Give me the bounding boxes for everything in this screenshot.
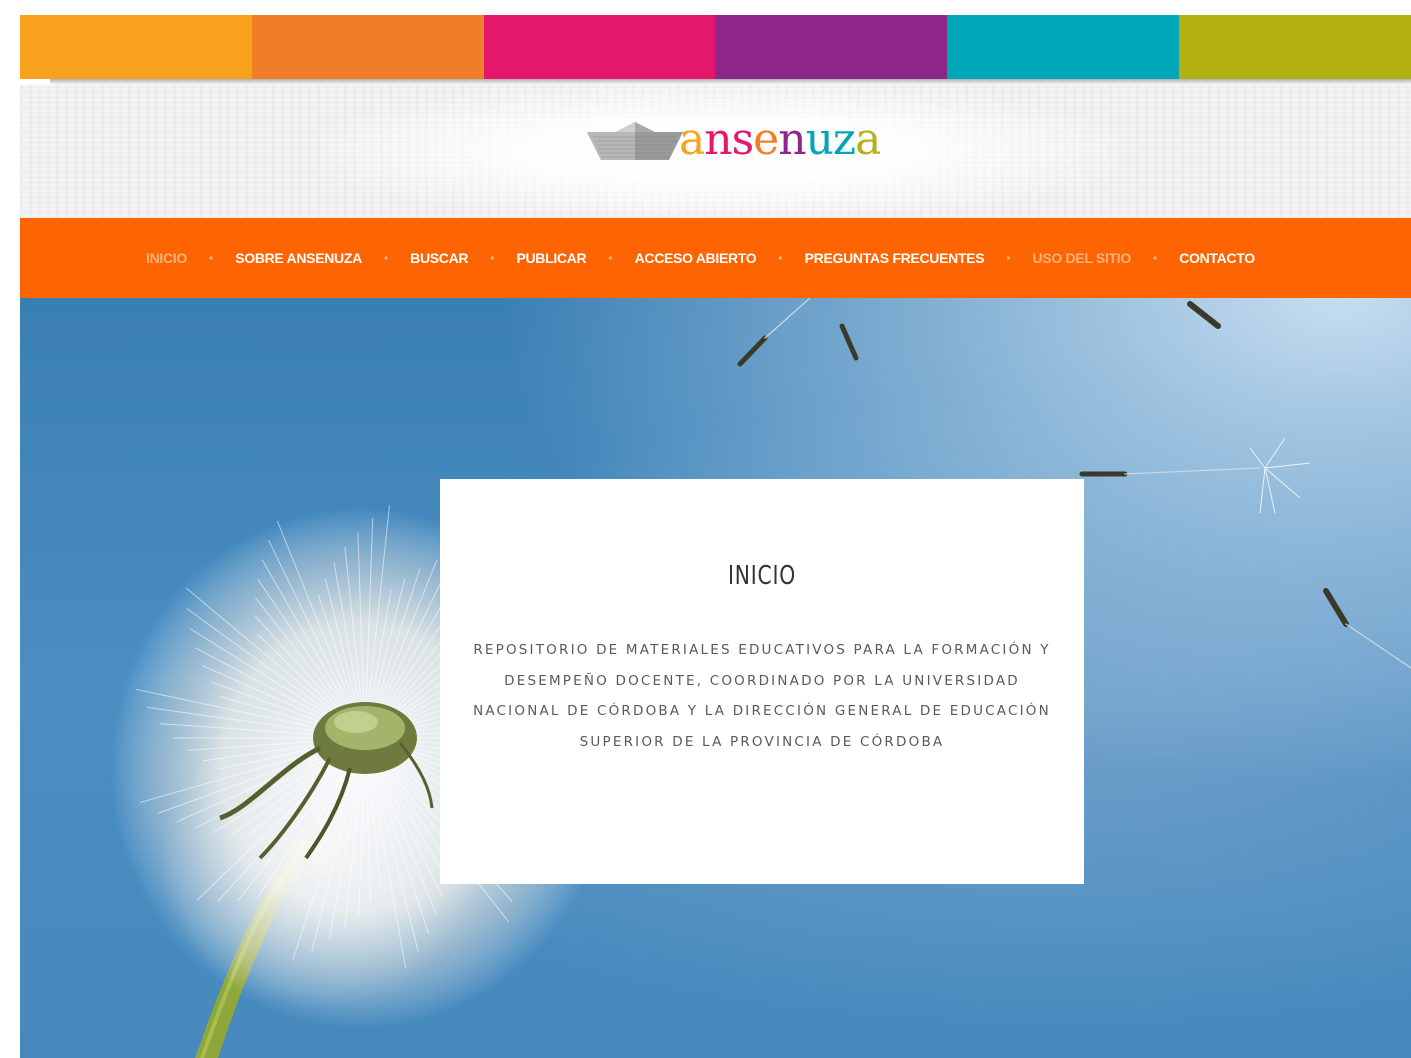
page-title: INICIO (728, 561, 796, 591)
brand-letter: n (704, 114, 732, 165)
nav-separator: • (490, 251, 495, 265)
brand-letter: n (778, 114, 806, 165)
intro-description: REPOSITORIO DE MATERIALES EDUCATIVOS PAR… (473, 642, 1051, 750)
nav-separator: • (1153, 251, 1158, 265)
brand-letter: s (731, 114, 755, 165)
site-logo[interactable]: ansenuza (585, 114, 881, 168)
nav-item-uso-del-sitio[interactable]: USO DEL SITIO (1032, 250, 1131, 266)
brand-letter: u (805, 114, 834, 165)
brand-wordmark: ansenuza (679, 114, 881, 165)
nav-item-buscar[interactable]: BUSCAR (410, 250, 468, 266)
color-band-segment (1179, 15, 1411, 79)
intro-card: INICIO REPOSITORIO DE MATERIALES EDUCATI… (440, 479, 1084, 884)
paper-boat-icon (587, 122, 683, 160)
nav-separator: • (608, 251, 613, 265)
nav-separator: • (208, 251, 214, 265)
color-band-segment (20, 15, 252, 79)
nav-item-acceso-abierto[interactable]: ACCESO ABIERTO (635, 250, 757, 266)
nav-item-inicio[interactable]: INICIO (146, 250, 187, 266)
nav-separator: • (1006, 251, 1011, 265)
color-band-segment (483, 15, 716, 79)
nav-item-preguntas-frecuentes[interactable]: PREGUNTAS FRECUENTES (805, 250, 985, 266)
nav-item-publicar[interactable]: PUBLICAR (516, 250, 586, 266)
main-nav: INICIO • SOBRE ANSENUZA • BUSCAR • PUBLICAR • AC… (20, 218, 1411, 298)
brand-letter: e (753, 114, 779, 165)
brand-letter: a (679, 114, 705, 165)
nav-separator: • (383, 251, 389, 265)
nav-separator: • (778, 251, 783, 265)
brand-letter: z (832, 114, 856, 165)
brand-letter: a (855, 114, 881, 165)
color-band-segment (251, 15, 484, 79)
nav-item-sobre-ansenuza[interactable]: SOBRE ANSENUZA (235, 250, 362, 266)
color-band-segment (715, 15, 948, 79)
nav-item-contacto[interactable]: CONTACTO (1179, 250, 1255, 266)
color-band (20, 15, 1411, 79)
color-band-segment (947, 15, 1180, 79)
